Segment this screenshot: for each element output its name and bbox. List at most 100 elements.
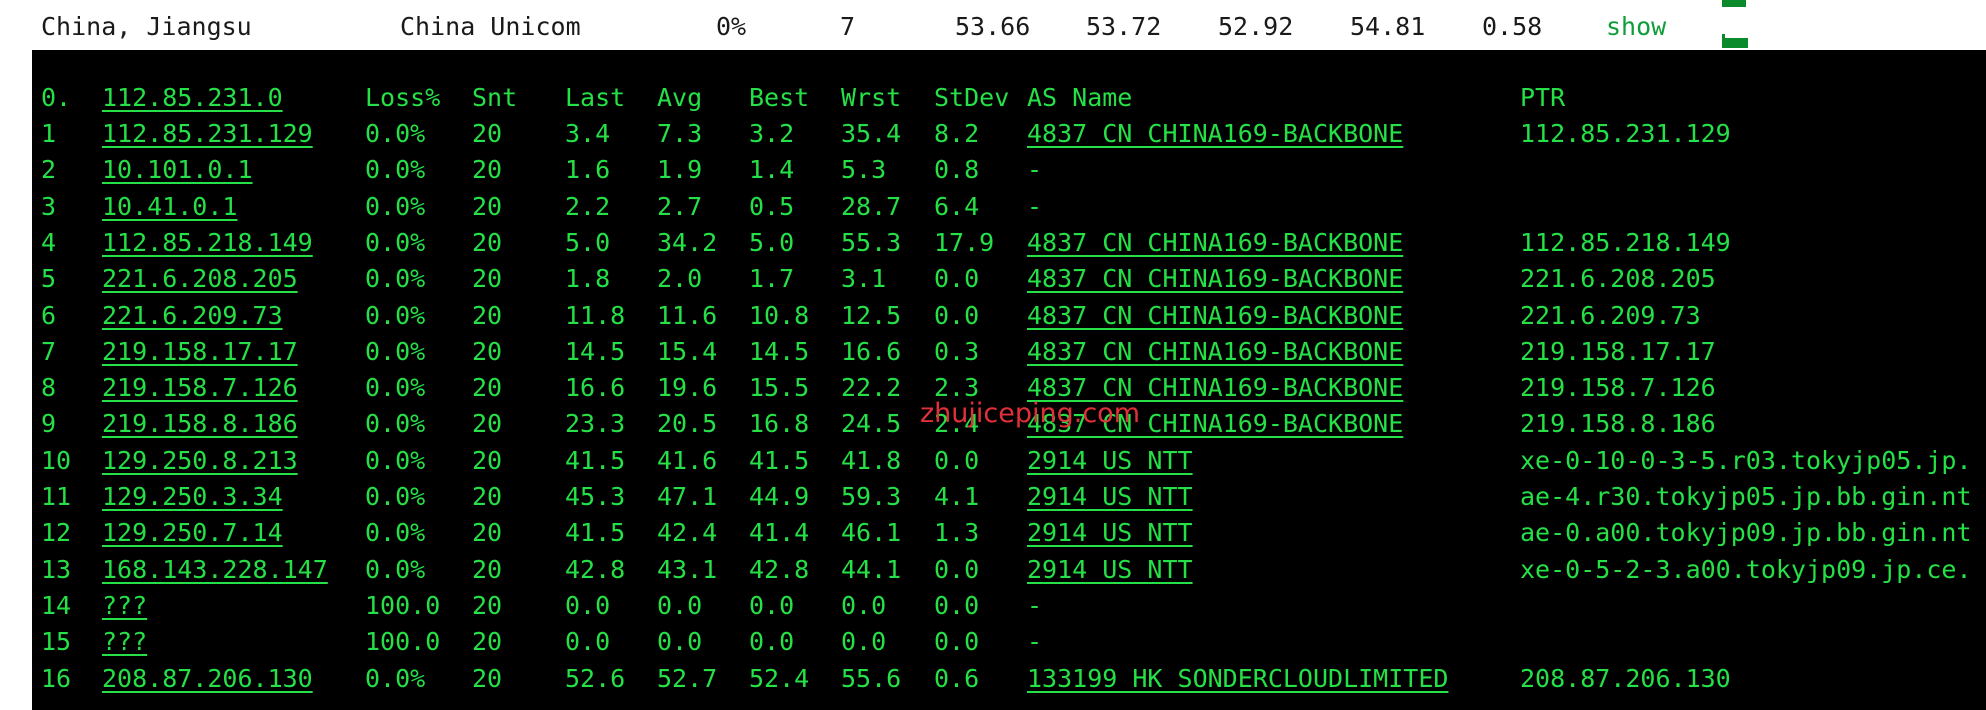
hop-number: 9: [41, 409, 57, 439]
snt-value: 20: [472, 373, 503, 403]
last-value: 41.5: [565, 445, 626, 475]
hop-number: 16: [41, 663, 72, 693]
last-value: 5.0: [565, 227, 611, 257]
host-link[interactable]: 208.87.206.130: [102, 661, 313, 697]
as-name-link[interactable]: 4837 CN CHINA169-BACKBONE: [1027, 225, 1403, 261]
summary-loss: 0%: [716, 12, 747, 41]
last-value: 16.6: [565, 373, 626, 403]
loss-value: 0.0%: [365, 300, 426, 330]
ptr-value: xe-0-10-0-3-5.r03.tokyjp05.jp.: [1520, 445, 1972, 475]
last-value: 3.4: [565, 119, 611, 148]
last-value: 1.8: [565, 264, 611, 294]
table-row: 1 112.85.231.129 0.0% 20 3.4 7.3 3.2 35.4 8.2 483…: [32, 116, 1986, 152]
hop-number: 1: [41, 119, 57, 148]
ptr-value: 221.6.208.205: [1520, 264, 1716, 294]
avg-value: 52.7: [657, 663, 718, 693]
best-value: 14.5: [749, 336, 810, 366]
host-link[interactable]: 129.250.3.34: [102, 479, 283, 515]
table-row: 2 10.101.0.1 0.0% 20 1.6 1.9 1.4 5.3 0.8 -: [32, 152, 1986, 188]
hop-number: 5: [41, 264, 57, 294]
as-name-link[interactable]: 2914 US NTT: [1027, 479, 1193, 515]
stdev-value: 0.0: [934, 627, 980, 657]
avg-value: 41.6: [657, 445, 718, 475]
best-value: 41.5: [749, 445, 810, 475]
as-name-link: -: [1027, 155, 1043, 185]
status-bar-top: [1722, 0, 1746, 7]
avg-value: 2.7: [657, 191, 703, 221]
wrst-value: 59.3: [841, 482, 902, 511]
last-value: 0.0: [565, 627, 611, 657]
host-link[interactable]: 221.6.209.73: [102, 298, 283, 334]
header-snt: Snt: [472, 83, 518, 112]
last-value: 42.8: [565, 554, 626, 584]
as-name-link: -: [1027, 191, 1043, 221]
as-name-link[interactable]: 2914 US NTT: [1027, 443, 1193, 479]
summary-value-3: 52.92: [1218, 12, 1294, 41]
watermark: zhujiceping.com: [920, 398, 1140, 429]
loss-value: 0.0%: [365, 336, 426, 366]
host-link[interactable]: ???: [102, 624, 147, 660]
host-link[interactable]: 168.143.228.147: [102, 552, 328, 588]
host-link[interactable]: 10.101.0.1: [102, 152, 253, 188]
host-link[interactable]: 219.158.17.17: [102, 334, 298, 370]
as-name-link[interactable]: 2914 US NTT: [1027, 552, 1193, 588]
avg-value: 47.1: [657, 482, 718, 511]
snt-value: 20: [472, 627, 503, 657]
snt-value: 20: [472, 554, 503, 584]
host-link[interactable]: 221.6.208.205: [102, 261, 298, 297]
last-value: 1.6: [565, 155, 611, 185]
stdev-value: 8.2: [934, 119, 980, 148]
as-name-link[interactable]: 133199 HK SONDERCLOUDLIMITED: [1027, 661, 1448, 697]
wrst-value: 3.1: [841, 264, 887, 294]
header-ptr: PTR: [1520, 83, 1566, 112]
table-row: 7 219.158.17.17 0.0% 20 14.5 15.4 14.5 16.6 0.3 4…: [32, 334, 1986, 370]
host-link[interactable]: 219.158.8.186: [102, 406, 298, 442]
hop-number: 11: [41, 482, 72, 511]
as-name-link[interactable]: 4837 CN CHINA169-BACKBONE: [1027, 298, 1403, 334]
table-row: 10 129.250.8.213 0.0% 20 41.5 41.6 41.5 41.8 0.0…: [32, 443, 1986, 479]
wrst-value: 41.8: [841, 445, 902, 475]
as-name-link[interactable]: 2914 US NTT: [1027, 515, 1193, 551]
wrst-value: 0.0: [841, 590, 887, 620]
snt-value: 20: [472, 336, 503, 366]
loss-value: 0.0%: [365, 227, 426, 257]
table-row: 12 129.250.7.14 0.0% 20 41.5 42.4 41.4 46.1 1.3 2…: [32, 515, 1986, 551]
last-value: 23.3: [565, 409, 626, 439]
avg-value: 11.6: [657, 300, 718, 330]
hop-number: 13: [41, 554, 72, 584]
host-link[interactable]: 129.250.7.14: [102, 515, 283, 551]
as-name-link[interactable]: 4837 CN CHINA169-BACKBONE: [1027, 261, 1403, 297]
host-link[interactable]: 112.85.231.129: [102, 116, 313, 152]
table-row: 13 168.143.228.147 0.0% 20 42.8 43.1 42.8 44.1 0…: [32, 552, 1986, 588]
last-value: 52.6: [565, 663, 626, 693]
hop-number: 0.: [41, 83, 72, 112]
as-name-link[interactable]: 4837 CN CHINA169-BACKBONE: [1027, 334, 1403, 370]
stdev-value: 0.0: [934, 264, 980, 294]
host-link[interactable]: 10.41.0.1: [102, 189, 237, 225]
summary-hops: 7: [840, 12, 856, 41]
show-link[interactable]: show: [1606, 12, 1666, 41]
avg-value: 2.0: [657, 264, 703, 294]
best-value: 0.0: [749, 590, 795, 620]
snt-value: 20: [472, 264, 503, 294]
snt-value: 20: [472, 663, 503, 693]
loss-value: 0.0%: [365, 482, 426, 511]
summary-location: China, Jiangsu: [41, 12, 252, 41]
host-link[interactable]: 112.85.231.0: [102, 80, 283, 116]
ptr-value: xe-0-5-2-3.a00.tokyjp09.jp.ce.: [1520, 554, 1972, 584]
stdev-value: 17.9: [934, 227, 995, 257]
host-link[interactable]: 112.85.218.149: [102, 225, 313, 261]
ptr-value: 219.158.8.186: [1520, 409, 1716, 439]
as-name-link[interactable]: 4837 CN CHINA169-BACKBONE: [1027, 116, 1403, 152]
loss-value: 0.0%: [365, 518, 426, 548]
loss-value: 0.0%: [365, 155, 426, 185]
hop-number: 10: [41, 445, 72, 475]
host-link[interactable]: 219.158.7.126: [102, 370, 298, 406]
host-link[interactable]: 129.250.8.213: [102, 443, 298, 479]
table-row: 16 208.87.206.130 0.0% 20 52.6 52.7 52.4 55.6 0.…: [32, 661, 1986, 697]
as-name-link: -: [1027, 590, 1043, 620]
last-value: 0.0: [565, 590, 611, 620]
terminal-output: 0. 112.85.231.0 Loss% Snt Last Avg Best …: [32, 50, 1986, 710]
hop-number: 7: [41, 336, 57, 366]
host-link[interactable]: ???: [102, 588, 147, 624]
